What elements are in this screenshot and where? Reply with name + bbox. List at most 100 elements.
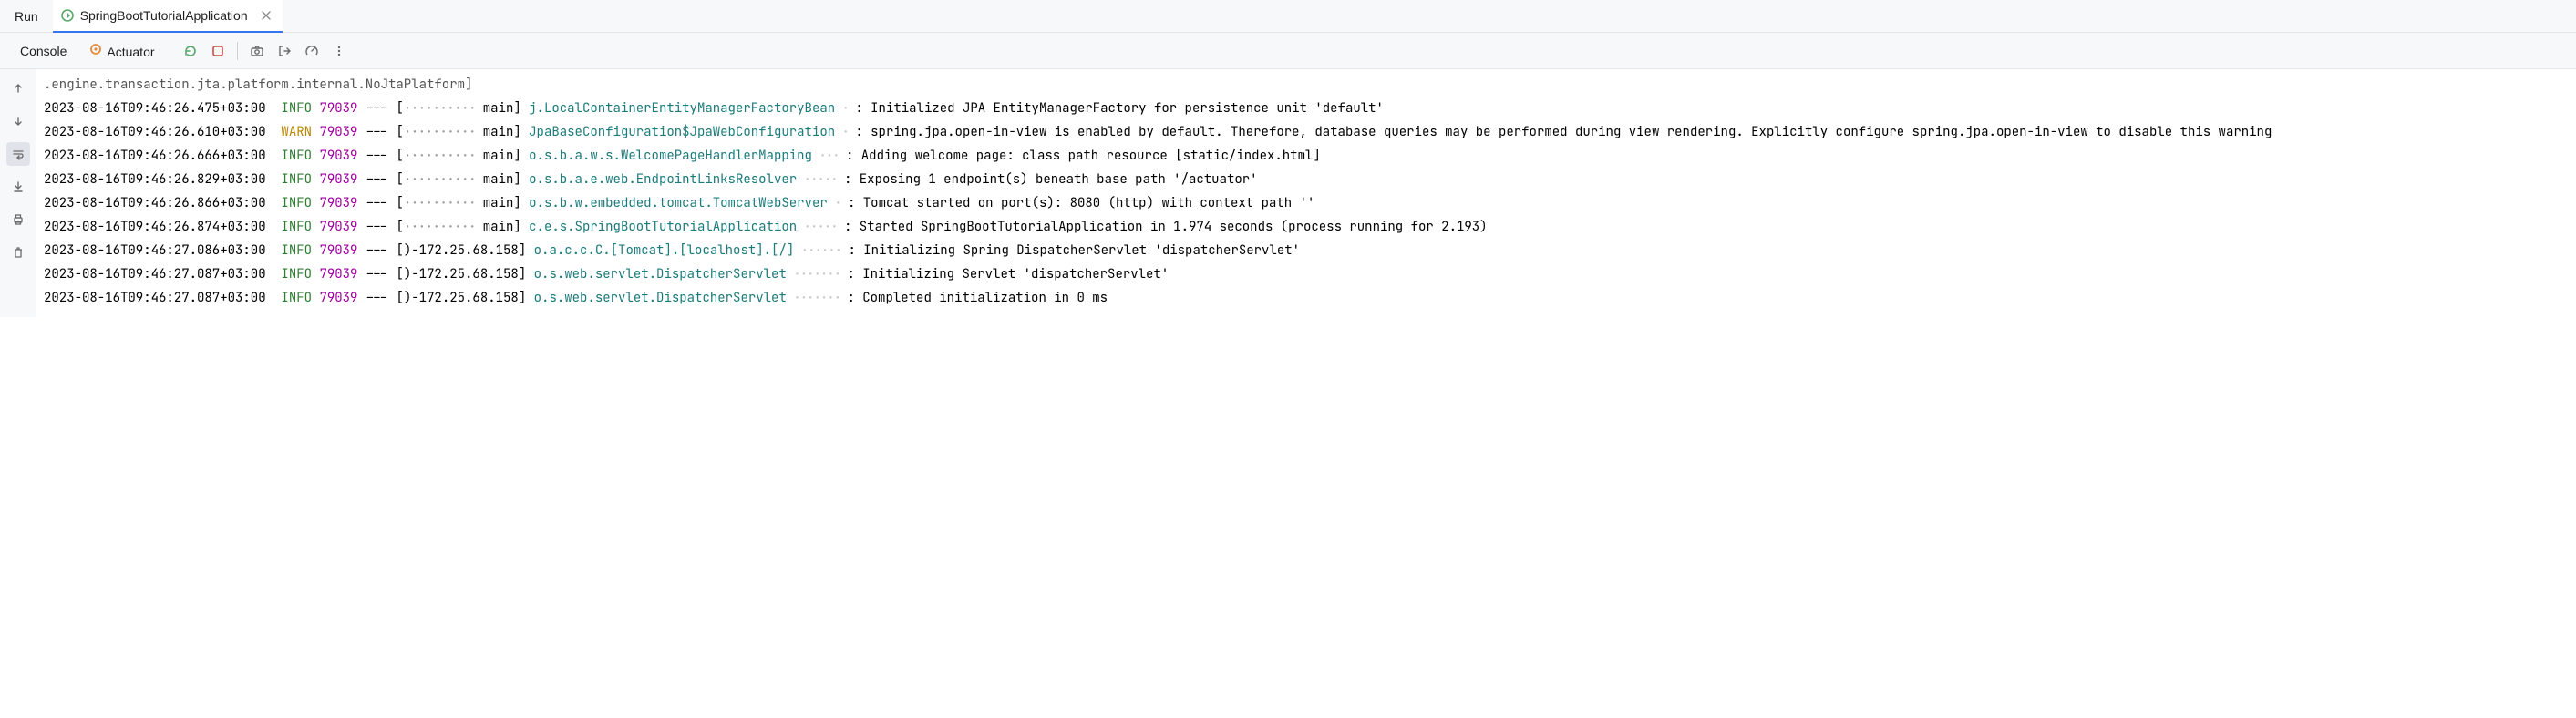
run-tool-window-header: Run SpringBootTutorialApplication [0,0,2576,33]
more-icon[interactable] [327,39,351,63]
log-source[interactable]: JpaBaseConfiguration$JpaWebConfiguration [529,124,835,140]
log-separator: --- [357,171,396,188]
log-pid: 79039 [319,290,357,306]
log-level: WARN [281,124,312,140]
log-level: INFO [281,100,312,117]
log-line: 2023-08-16T09:46:27.087+03:00 INFO 79039… [44,262,2569,286]
log-source[interactable]: o.s.b.w.embedded.tomcat.TomcatWebServer [529,195,828,211]
log-line: 2023-08-16T09:46:26.475+03:00 INFO 79039… [44,97,2569,120]
log-separator: --- [357,242,396,259]
log-timestamp: 2023-08-16T09:46:27.087+03:00 [44,266,266,282]
log-level: INFO [281,148,312,164]
log-message: : Adding welcome page: class path resour… [846,148,1321,164]
log-source[interactable]: o.a.c.c.C.[Tomcat].[localhost].[/] [534,242,795,259]
actuator-tab-label: Actuator [107,45,154,59]
log-fragment: .engine.transaction.jta.platform.interna… [44,73,2569,97]
console-tab[interactable]: Console [11,38,76,64]
log-timestamp: 2023-08-16T09:46:26.874+03:00 [44,219,266,235]
run-toolbar: Console Actuator [0,33,2576,69]
scroll-to-end-button[interactable] [6,175,30,199]
log-timestamp: 2023-08-16T09:46:26.475+03:00 [44,100,266,117]
log-thread: main] [483,171,529,188]
log-pid: 79039 [319,219,357,235]
log-message: : spring.jpa.open-in-view is enabled by … [855,124,2272,140]
log-line: 2023-08-16T09:46:27.086+03:00 INFO 79039… [44,239,2569,262]
log-timestamp: 2023-08-16T09:46:27.086+03:00 [44,242,266,259]
log-level: INFO [281,195,312,211]
log-separator: --- [357,100,396,117]
log-timestamp: 2023-08-16T09:46:26.666+03:00 [44,148,266,164]
log-pid: 79039 [319,124,357,140]
rerun-button[interactable] [179,39,202,63]
log-thread: main] [483,195,529,211]
log-line: 2023-08-16T09:46:27.087+03:00 INFO 79039… [44,286,2569,310]
log-level: INFO [281,290,312,306]
log-thread: main] [483,219,529,235]
log-message: : Initializing Servlet 'dispatcherServle… [847,266,1169,282]
log-pid: 79039 [319,171,357,188]
run-tab-title: SpringBootTutorialApplication [80,8,248,23]
log-timestamp: 2023-08-16T09:46:27.087+03:00 [44,290,266,306]
log-line: 2023-08-16T09:46:26.666+03:00 INFO 79039… [44,144,2569,168]
log-timestamp: 2023-08-16T09:46:26.610+03:00 [44,124,266,140]
log-pid: 79039 [319,195,357,211]
console-gutter [0,69,36,317]
stop-button[interactable] [206,39,230,63]
log-pid: 79039 [319,266,357,282]
log-level: INFO [281,242,312,259]
log-line: 2023-08-16T09:46:26.874+03:00 INFO 79039… [44,215,2569,239]
log-message: : Exposing 1 endpoint(s) beneath base pa… [844,171,1258,188]
up-stacktrace-button[interactable] [6,77,30,100]
log-thread: main] [483,100,529,117]
log-thread: main] [483,124,529,140]
log-message: : Started SpringBootTutorialApplication … [844,219,1488,235]
log-separator: --- [357,219,396,235]
log-message: : Initializing Spring DispatcherServlet … [848,242,1300,259]
close-tab-button[interactable] [259,8,273,23]
log-source[interactable]: j.LocalContainerEntityManagerFactoryBean [529,100,835,117]
log-line: 2023-08-16T09:46:26.610+03:00 WARN 79039… [44,120,2569,144]
down-stacktrace-button[interactable] [6,109,30,133]
spring-boot-run-icon [60,8,75,23]
exit-icon[interactable] [273,39,296,63]
log-pid: 79039 [319,242,357,259]
log-pid: 79039 [319,100,357,117]
log-line: 2023-08-16T09:46:26.829+03:00 INFO 79039… [44,168,2569,191]
log-thread: main] [483,148,529,164]
log-separator: --- [357,195,396,211]
camera-icon[interactable] [245,39,269,63]
soft-wrap-button[interactable] [6,142,30,166]
log-line: 2023-08-16T09:46:26.866+03:00 INFO 79039… [44,191,2569,215]
log-source[interactable]: o.s.b.a.e.web.EndpointLinksResolver [529,171,797,188]
log-separator: --- [357,266,396,282]
log-source[interactable]: o.s.web.servlet.DispatcherServlet [534,290,787,306]
log-level: INFO [281,266,312,282]
log-source[interactable]: o.s.web.servlet.DispatcherServlet [534,266,787,282]
log-source[interactable]: c.e.s.SpringBootTutorialApplication [529,219,797,235]
log-separator: --- [357,290,396,306]
print-button[interactable] [6,208,30,231]
actuator-icon [88,42,103,56]
log-thread: [)-172.25.68.158] [396,266,533,282]
log-source[interactable]: o.s.b.a.w.s.WelcomePageHandlerMapping [529,148,812,164]
actuator-tab[interactable]: Actuator [79,36,163,65]
log-separator: --- [357,148,396,164]
log-message: : Initialized JPA EntityManagerFactory f… [855,100,1384,117]
profiler-icon[interactable] [300,39,324,63]
fragment-text: .engine.transaction.jta.platform.interna… [44,77,472,93]
log-thread: [)-172.25.68.158] [396,242,533,259]
log-message: : Tomcat started on port(s): 8080 (http)… [848,195,1314,211]
log-timestamp: 2023-08-16T09:46:26.829+03:00 [44,171,266,188]
run-tab[interactable]: SpringBootTutorialApplication [53,0,283,33]
log-separator: --- [357,124,396,140]
log-message: : Completed initialization in 0 ms [847,290,1108,306]
log-level: INFO [281,171,312,188]
log-pid: 79039 [319,148,357,164]
log-level: INFO [281,219,312,235]
run-label: Run [0,9,53,24]
toolbar-divider [237,42,238,60]
console-output[interactable]: .engine.transaction.jta.platform.interna… [36,69,2576,317]
clear-all-button[interactable] [6,241,30,264]
log-thread: [)-172.25.68.158] [396,290,533,306]
log-timestamp: 2023-08-16T09:46:26.866+03:00 [44,195,266,211]
